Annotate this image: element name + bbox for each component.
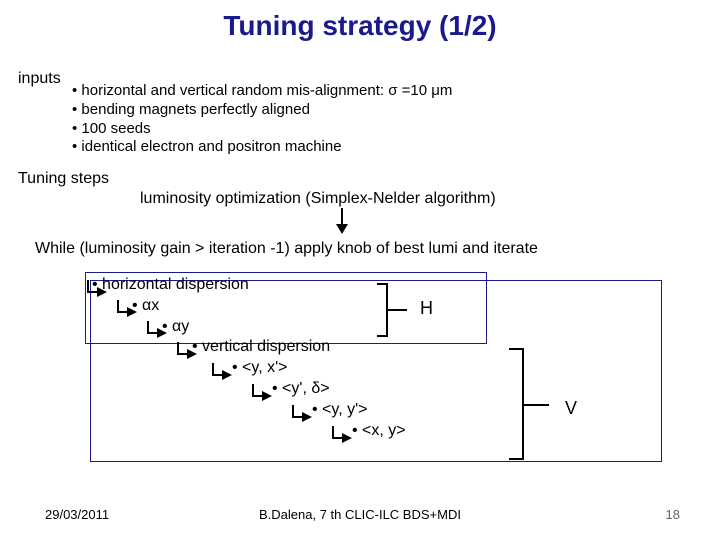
slide-title: Tuning strategy (1/2) [0,0,720,42]
list-item: horizontal and vertical random mis-align… [72,82,452,101]
list-item: horizontal dispersion [92,276,249,293]
list-item: 100 seeds [72,120,452,139]
cascade-list: horizontal dispersion αx αy vertical dis… [92,275,406,441]
list-item: αy [162,318,189,335]
list-item: <y, y'> [312,401,368,418]
inputs-label: inputs [18,70,61,88]
footer-page-number: 18 [666,507,680,522]
list-item: αx [132,297,159,314]
list-item: <y, x'> [232,359,288,376]
inputs-list: horizontal and vertical random mis-align… [72,82,452,157]
tuning-steps-label: Tuning steps [18,170,109,188]
list-item: <x, y> [352,422,406,439]
footer-center: B.Dalena, 7 th CLIC-ILC BDS+MDI [0,507,720,522]
v-label: V [565,398,577,419]
list-item: <y', δ> [272,380,330,397]
while-line: While (luminosity gain > iteration -1) a… [35,240,538,258]
arrow-down-icon [330,206,354,236]
lumi-opt-text: luminosity optimization (Simplex-Nelder … [140,190,496,208]
h-label: H [420,298,433,319]
list-item: vertical dispersion [192,338,330,355]
list-item: bending magnets perfectly aligned [72,101,452,120]
list-item: identical electron and positron machine [72,138,452,157]
